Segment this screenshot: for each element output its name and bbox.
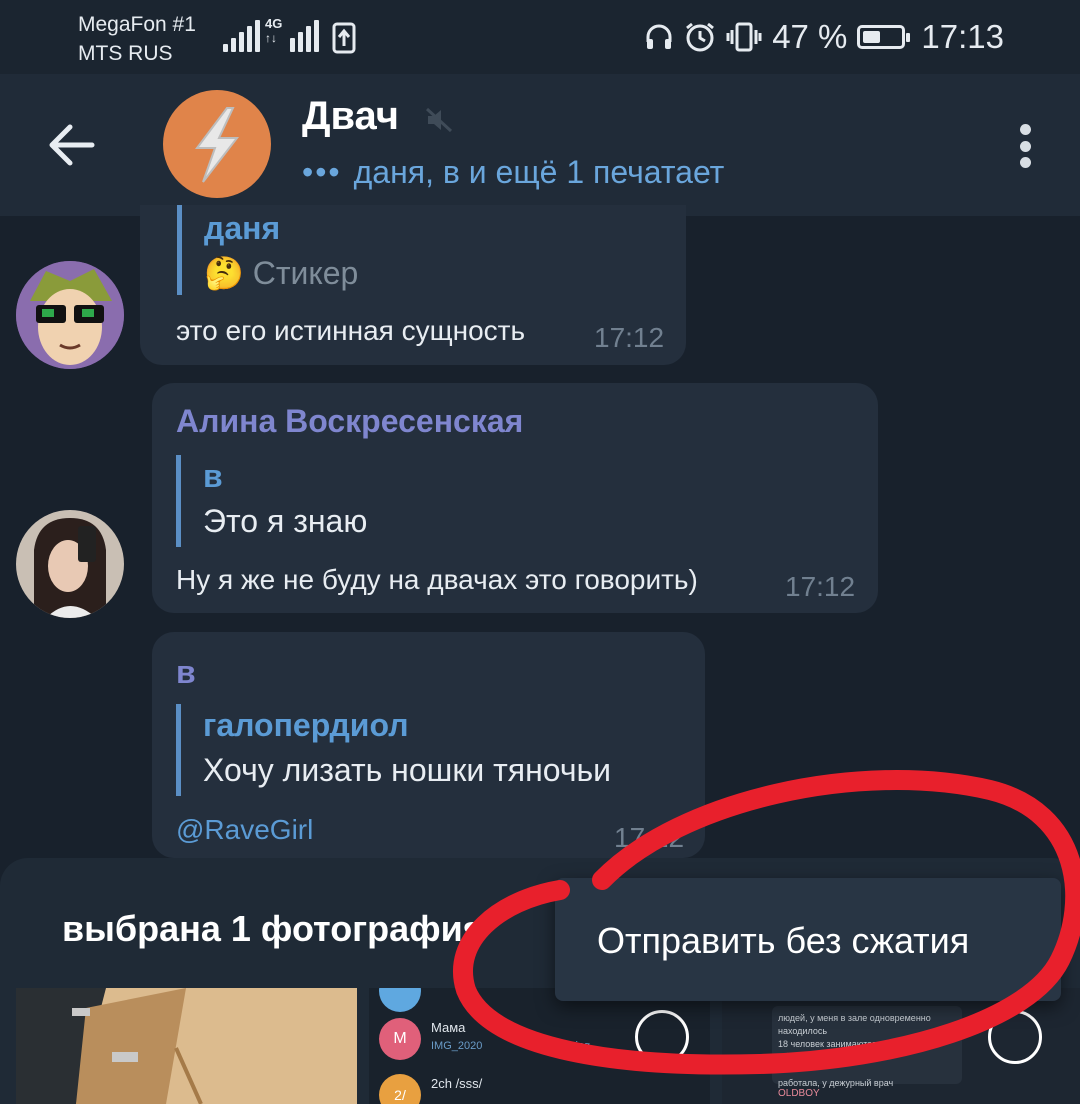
thumb-avatar-orange: 2/ [379, 1074, 421, 1104]
thumb-item-name: Мама [431, 1020, 466, 1035]
photo-thumbnail[interactable]: M Мама IMG_2020 jpg 2/ 2ch /sss/ [369, 988, 710, 1104]
photo-thumbnail[interactable]: людей, у меня в зале одновременно находи… [722, 988, 1080, 1104]
photo-thumbnail[interactable] [16, 988, 357, 1104]
reply-text: Это я знаю [203, 503, 368, 539]
vibrate-icon [726, 22, 762, 52]
message-time: 17:12 [614, 822, 685, 853]
status-bar: MegaFon #1 MTS RUS 4G ↑↓ 47 % 17:13 [0, 0, 1080, 74]
network-type-icon: 4G ↑↓ [265, 16, 283, 46]
message-text: Ну я же не буду на двачах это говорить) [176, 564, 698, 595]
chat-header: Двач ••• даня, в и ещё 1 печатает [0, 74, 1080, 216]
select-circle-icon[interactable] [635, 1010, 689, 1064]
sender-name: Алина Воскресенская [176, 403, 524, 439]
reply-sender: даня [204, 210, 281, 246]
message-text: это его истинная сущность [176, 315, 526, 346]
thumb-text-block: людей, у меня в зале одновременно находи… [772, 1006, 962, 1088]
select-circle-icon[interactable] [988, 1010, 1042, 1064]
reply-quote[interactable]: даня 🤔 Стикер [177, 205, 358, 295]
sender-avatar-image [16, 261, 124, 369]
headphones-icon [646, 24, 672, 49]
reply-sender: галопердиол [203, 707, 409, 743]
avatar[interactable] [16, 261, 124, 369]
carrier-2: MTS RUS [78, 42, 173, 65]
reply-quote[interactable]: галопердиол Хочу лизать ношки тяночьи [176, 704, 611, 796]
carrier-1: MegaFon #1 [78, 13, 196, 36]
muted-icon [425, 107, 453, 133]
typing-dots-icon: ••• [302, 154, 342, 190]
photo-image [16, 988, 357, 1104]
status-right: 47 % 17:13 [644, 18, 1004, 56]
alarm-icon [686, 22, 715, 52]
thumb-item-name: 2ch /sss/ [431, 1076, 483, 1091]
message-time: 17:12 [594, 322, 665, 353]
thumb-avatar-blue [379, 988, 421, 1012]
chat-avatar[interactable] [163, 90, 271, 198]
send-without-compression-popup[interactable]: Отправить без сжатия [555, 878, 1061, 1001]
sender-name: в [176, 654, 196, 690]
typing-status: ••• даня, в и ещё 1 печатает [302, 154, 724, 191]
battery-percent: 47 % [772, 18, 848, 55]
message-time: 17:12 [785, 571, 856, 602]
message-bubble[interactable]: Алина Воскресенская в Это я знаю Ну я же… [152, 383, 878, 613]
upload-icon [332, 22, 356, 54]
signal-2-icon [290, 20, 319, 52]
back-arrow-icon[interactable] [48, 122, 96, 168]
clock: 17:13 [921, 18, 1004, 55]
reply-quote[interactable]: в Это я знаю [176, 455, 367, 547]
battery-icon [857, 25, 911, 49]
thumb-tag: OLDBOY [778, 1088, 820, 1099]
reply-sender: в [203, 458, 223, 494]
signal-1-icon [223, 20, 260, 52]
thinking-emoji-icon: 🤔 [204, 255, 244, 291]
reply-text: 🤔 Стикер [204, 249, 358, 297]
message-bubble[interactable]: даня 🤔 Стикер это его истинная сущность … [140, 205, 686, 365]
sender-avatar-image [16, 510, 124, 618]
chat-title: Двач [302, 94, 400, 138]
reply-text-value: Стикер [252, 255, 359, 291]
carrier-names: MegaFon #1 MTS RUS [78, 10, 196, 68]
thumb-item-sub: IMG_2020 jpg [431, 1040, 591, 1052]
lightning-icon [195, 107, 240, 183]
avatar[interactable] [16, 510, 124, 618]
reply-text: Хочу лизать ношки тяночьи [203, 752, 612, 788]
selection-title: выбрана 1 фотография [62, 908, 484, 949]
mention-link[interactable]: @RaveGirl [176, 814, 313, 846]
typing-text: даня, в и ещё 1 печатает [353, 154, 725, 190]
send-without-compression-label[interactable]: Отправить без сжатия [597, 920, 969, 962]
more-menu-icon[interactable] [1018, 124, 1032, 168]
thumb-avatar-pink: M [379, 1018, 421, 1060]
message-bubble[interactable]: в галопердиол Хочу лизать ношки тяночьи … [152, 632, 705, 858]
